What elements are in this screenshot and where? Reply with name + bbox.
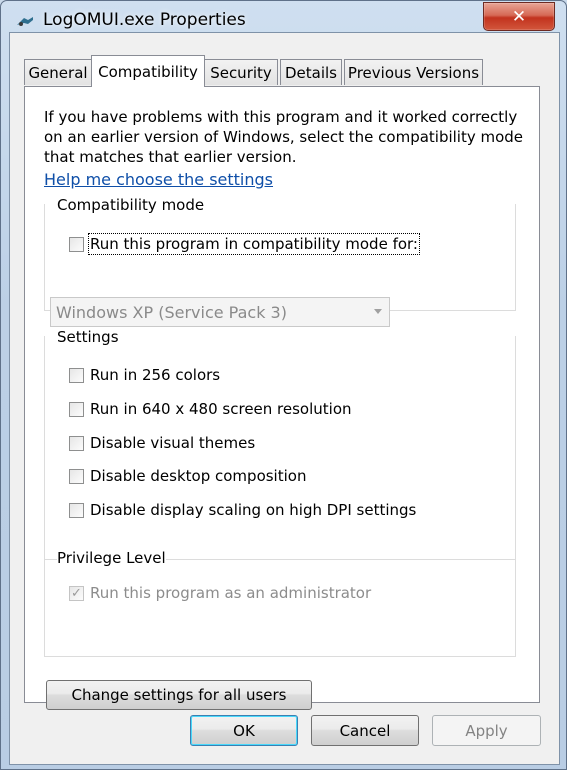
button-label: Cancel [339, 721, 391, 740]
tab-details[interactable]: Details [280, 59, 342, 85]
button-label: OK [233, 721, 255, 740]
tab-label: Previous Versions [347, 63, 480, 82]
setting-256-colors[interactable]: Run in 256 colors [69, 366, 220, 384]
tab-label: General [28, 63, 88, 82]
checkbox-label: Run in 256 colors [90, 366, 221, 384]
chevron-down-icon [374, 309, 382, 314]
checkmark-icon: ✓ [71, 585, 82, 601]
setting-640x480[interactable]: Run in 640 x 480 screen resolution [69, 400, 352, 418]
compat-mode-checkbox[interactable] [69, 236, 84, 252]
compat-mode-dropdown-value: Windows XP (Service Pack 3) [56, 302, 287, 322]
button-label: Change settings for all users [71, 686, 287, 704]
run-as-admin-checkbox-row[interactable]: ✓ Run this program as an administrator [69, 584, 371, 602]
checkbox[interactable] [69, 401, 84, 417]
cancel-button[interactable]: Cancel [311, 715, 419, 746]
change-settings-all-users-button[interactable]: Change settings for all users [46, 680, 312, 710]
help-me-choose-link[interactable]: Help me choose the settings [44, 170, 273, 189]
tab-security[interactable]: Security [204, 59, 278, 85]
tab-compatibility[interactable]: Compatibility [91, 55, 205, 87]
compat-mode-checkbox-label: Run this program in compatibility mode f… [88, 233, 420, 255]
close-icon: ✕ [511, 6, 527, 27]
privilege-level-label: Privilege Level [57, 549, 166, 567]
compatibility-mode-group [44, 204, 516, 311]
compatibility-tab-panel: If you have problems with this program a… [24, 86, 540, 710]
properties-window: LogOMUI.exe Properties ✕ General Compati… [0, 0, 567, 770]
window-title: LogOMUI.exe Properties [43, 10, 246, 30]
checkbox[interactable] [69, 435, 84, 451]
privilege-level-group [44, 557, 516, 657]
setting-disable-desktop-composition[interactable]: Disable desktop composition [69, 467, 306, 485]
checkbox-label: Disable visual themes [90, 434, 256, 452]
checkbox[interactable] [69, 367, 84, 383]
tab-previous-versions[interactable]: Previous Versions [344, 59, 483, 85]
checkbox-label: Disable desktop composition [90, 467, 307, 485]
settings-label: Settings [57, 328, 119, 346]
app-icon [17, 17, 33, 26]
compatibility-mode-label: Compatibility mode [57, 196, 205, 214]
checkbox-label: Disable display scaling on high DPI sett… [90, 501, 417, 519]
button-label: Apply [465, 721, 508, 740]
tab-label: Compatibility [98, 62, 198, 81]
checkbox[interactable] [69, 502, 84, 518]
tab-label: Details [284, 63, 337, 82]
dialog-client-area: General Compatibility Security Details P… [9, 32, 560, 765]
apply-button[interactable]: Apply [432, 715, 541, 746]
checkbox[interactable] [69, 468, 84, 484]
setting-disable-visual-themes[interactable]: Disable visual themes [69, 434, 255, 452]
tab-general[interactable]: General [24, 59, 92, 85]
compat-mode-dropdown[interactable]: Windows XP (Service Pack 3) [50, 297, 390, 327]
run-as-admin-label: Run this program as an administrator [90, 584, 372, 602]
compat-mode-checkbox-row[interactable]: Run this program in compatibility mode f… [69, 233, 420, 255]
setting-disable-dpi-scaling[interactable]: Disable display scaling on high DPI sett… [69, 501, 416, 519]
tab-label: Security [210, 63, 272, 82]
ok-button[interactable]: OK [190, 715, 298, 746]
run-as-admin-checkbox[interactable]: ✓ [69, 585, 84, 601]
intro-text: If you have problems with this program a… [44, 108, 524, 166]
close-button[interactable]: ✕ [483, 2, 555, 31]
checkbox-label: Run in 640 x 480 screen resolution [90, 400, 352, 418]
